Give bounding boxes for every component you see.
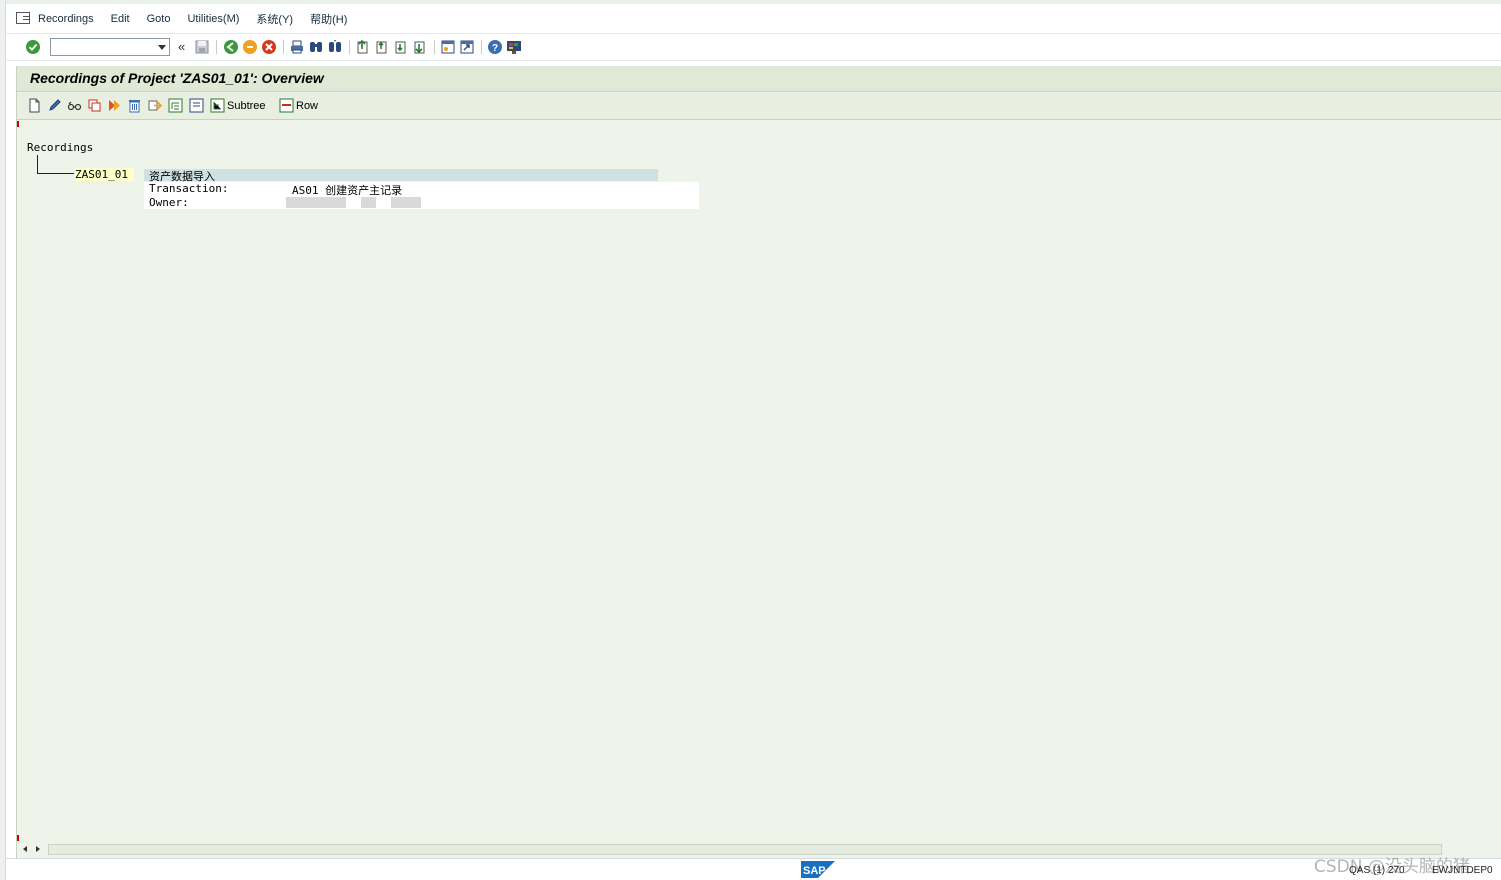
transaction-label: Transaction: [149,182,229,195]
tree-root-label: Recordings [27,141,94,154]
change-pencil-icon[interactable] [47,98,62,113]
owner-value-redacted [391,197,421,208]
recordings-tree: Recordings ZAS01_01 资产数据导入 Transaction: … [17,121,1501,841]
next-page-icon[interactable] [393,39,409,55]
scroll-right-icon[interactable] [36,846,40,852]
tree-connector-horizontal [37,173,74,174]
menu-goto[interactable]: Goto [147,13,171,25]
scroll-left-icon[interactable] [23,846,27,852]
owner-value-redacted [361,197,376,208]
menu-bar: Recordings Edit Goto Utilities(M) 系统(Y) … [6,0,1501,33]
status-bar: SAP CSDN @没头脑的猪 QAS (1) 270 EWJNTDEP0 [6,857,1501,880]
back-icon[interactable] [223,39,239,55]
previous-page-icon[interactable] [374,39,390,55]
create-icon[interactable] [27,98,42,113]
menu-window-icon[interactable] [16,11,30,24]
horizontal-scrollbar[interactable] [17,835,1501,858]
first-page-icon[interactable] [355,39,371,55]
subtree-button[interactable]: Subtree [227,100,266,112]
selected-row-highlight [144,169,658,181]
page-title: Recordings of Project 'ZAS01_01': Overvi… [30,70,324,86]
enter-check-icon[interactable] [25,39,41,55]
menu-system[interactable]: 系统(Y) [256,11,293,27]
toolbar-separator [283,40,284,54]
tree-node-zas01-01[interactable]: ZAS01_01 [75,168,134,181]
owner-value-redacted [286,197,346,208]
find-next-icon[interactable] [327,39,343,55]
expand-subtree-icon[interactable] [168,98,183,113]
delete-trash-icon[interactable] [127,98,142,113]
process-icon[interactable] [107,98,122,113]
menu-recordings[interactable]: Recordings [38,13,94,25]
find-icon[interactable] [308,39,324,55]
row-button[interactable]: Row [296,100,318,112]
toolbar-separator [216,40,217,54]
subtree-icon[interactable] [210,98,225,113]
window-left-edge [0,0,6,880]
help-icon[interactable]: ? [487,39,503,55]
menu-utilities[interactable]: Utilities(M) [187,13,239,25]
title-bar: Recordings of Project 'ZAS01_01': Overvi… [17,66,1501,92]
host-info: EWJNTDEP0 [1432,865,1493,876]
copy-icon[interactable] [87,98,102,113]
collapse-subtree-icon[interactable] [189,98,204,113]
command-field[interactable] [50,38,170,56]
tree-connector-vertical [37,155,38,174]
owner-label: Owner: [149,196,189,209]
toolbar-separator [434,40,435,54]
customize-layout-icon[interactable] [506,39,522,55]
svg-text:?: ? [492,43,498,54]
area-corner-marker [17,835,19,841]
scrollbar-track[interactable] [48,844,1442,855]
sap-logo-icon: SAP [801,861,835,878]
row-icon[interactable] [279,98,294,113]
save-icon[interactable] [194,39,210,55]
toolbar-separator [481,40,482,54]
new-session-icon[interactable] [440,39,456,55]
display-glasses-icon[interactable] [67,98,82,113]
application-toolbar: Subtree Row [17,93,1501,120]
toolbar-separator [349,40,350,54]
cancel-icon[interactable] [261,39,277,55]
exit-icon[interactable] [242,39,258,55]
create-shortcut-icon[interactable] [459,39,475,55]
print-icon[interactable] [289,39,305,55]
system-info[interactable]: QAS (1) 270 [1349,865,1405,876]
sap-gui-window: Recordings Edit Goto Utilities(M) 系统(Y) … [0,0,1501,880]
export-icon[interactable] [148,98,163,113]
svg-text:SAP: SAP [803,865,826,877]
area-corner-marker [17,121,19,127]
transaction-value[interactable]: AS01 创建资产主记录 [292,182,402,198]
chevron-down-icon[interactable] [158,45,166,50]
collapse-command-field-button[interactable]: « [178,39,185,54]
menu-help[interactable]: 帮助(H) [310,11,347,27]
main-screen: Recordings of Project 'ZAS01_01': Overvi… [16,66,1501,858]
last-page-icon[interactable] [412,39,428,55]
menu-edit[interactable]: Edit [111,13,130,25]
standard-toolbar: « ? [6,33,1501,61]
